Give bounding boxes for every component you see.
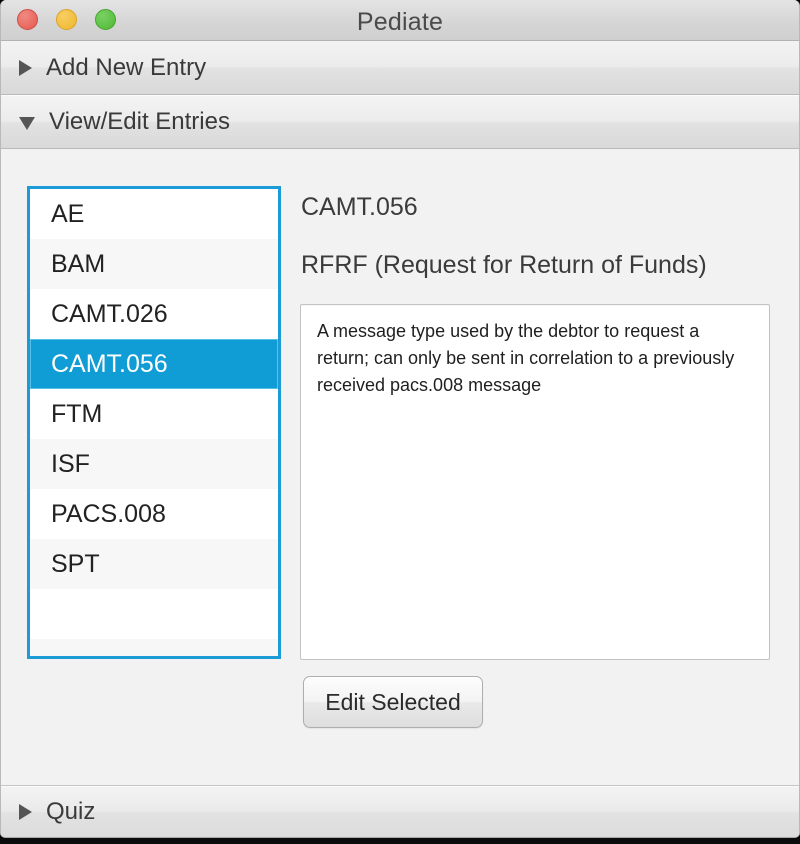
list-item[interactable]: AE <box>30 189 278 239</box>
description-textarea[interactable]: A message type used by the debtor to req… <box>300 304 770 660</box>
detail-name: RFRF (Request for Return of Funds) <box>301 251 707 280</box>
triangle-right-icon <box>19 60 32 76</box>
list-item-empty <box>30 639 278 659</box>
detail-code: CAMT.056 <box>301 193 418 222</box>
triangle-down-icon <box>19 117 35 130</box>
list-item[interactable]: ISF <box>30 439 278 489</box>
section-header-quiz[interactable]: Quiz <box>1 786 799 837</box>
list-item-selected[interactable]: CAMT.056 <box>30 339 278 389</box>
section-header-add-new-entry[interactable]: Add New Entry <box>1 41 799 95</box>
section-label-view-edit-entries: View/Edit Entries <box>49 108 230 136</box>
window-title: Pediate <box>1 8 799 37</box>
list-item[interactable]: PACS.008 <box>30 489 278 539</box>
triangle-right-icon <box>19 804 32 820</box>
list-item[interactable]: FTM <box>30 389 278 439</box>
entry-list[interactable]: AE BAM CAMT.026 CAMT.056 FTM ISF PACS.00… <box>27 186 281 659</box>
title-bar: Pediate <box>1 0 799 41</box>
description-text: A message type used by the debtor to req… <box>317 318 753 399</box>
section-label-quiz: Quiz <box>46 798 95 826</box>
view-edit-entries-panel: AE BAM CAMT.026 CAMT.056 FTM ISF PACS.00… <box>1 149 799 786</box>
desktop-background-strip <box>0 838 800 844</box>
section-label-add-new-entry: Add New Entry <box>46 54 206 82</box>
list-item[interactable]: SPT <box>30 539 278 589</box>
edit-selected-button[interactable]: Edit Selected <box>303 676 483 728</box>
list-item-empty <box>30 589 278 639</box>
app-window: Pediate Add New Entry View/Edit Entries … <box>0 0 800 838</box>
list-item[interactable]: BAM <box>30 239 278 289</box>
section-header-view-edit-entries[interactable]: View/Edit Entries <box>1 95 799 149</box>
list-item[interactable]: CAMT.026 <box>30 289 278 339</box>
